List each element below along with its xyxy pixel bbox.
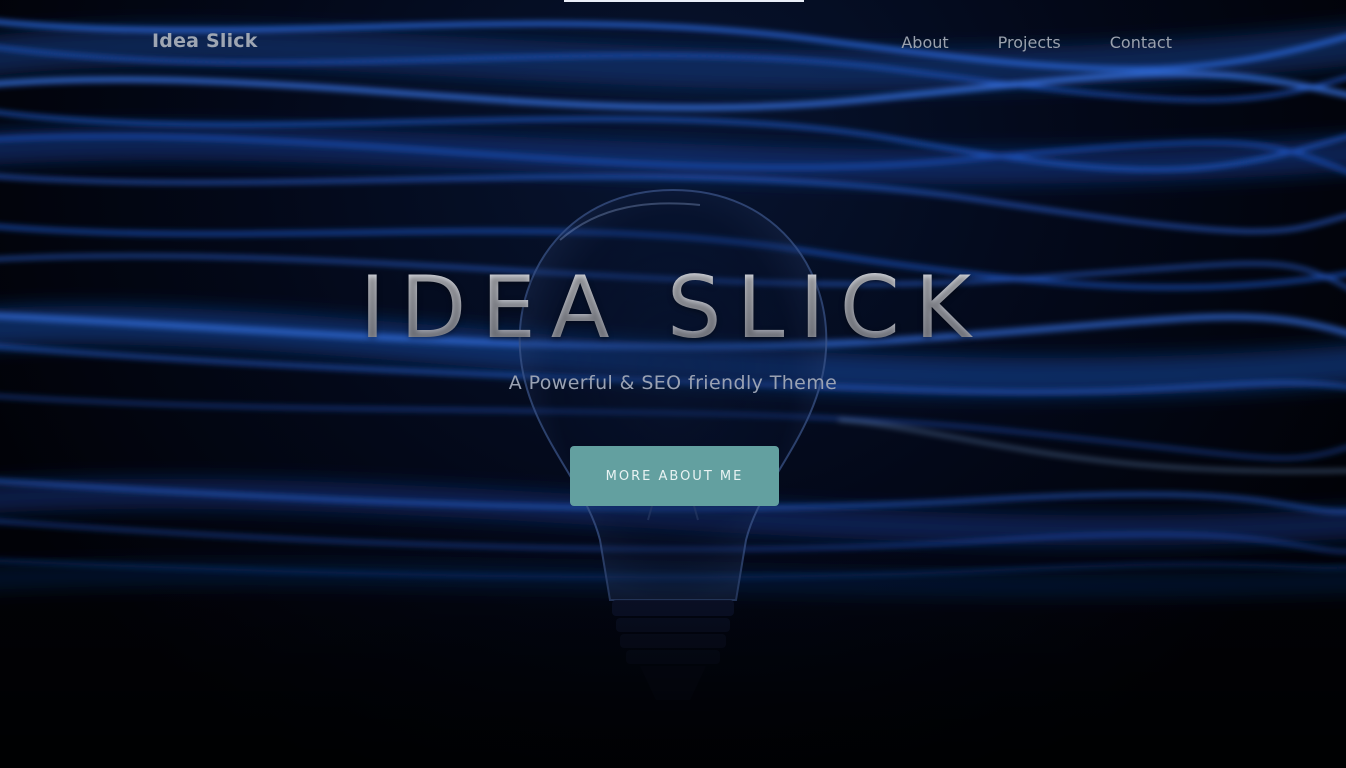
nav-link-projects[interactable]: Projects [998, 33, 1061, 52]
more-about-me-button[interactable]: MORE ABOUT ME [570, 446, 779, 506]
nav-link-contact[interactable]: Contact [1110, 33, 1172, 52]
hero-section: Idea Slick About Projects Contact IDEA S… [0, 0, 1346, 768]
nav-link-about[interactable]: About [901, 33, 948, 52]
hero-subtitle: A Powerful & SEO friendly Theme [508, 372, 838, 394]
nav-links: About Projects Contact [901, 33, 1172, 52]
navbar: Idea Slick About Projects Contact [0, 0, 1346, 88]
brand-logo-link[interactable]: Idea Slick [152, 30, 258, 52]
hero-title: IDEA SLICK [0, 258, 1346, 358]
